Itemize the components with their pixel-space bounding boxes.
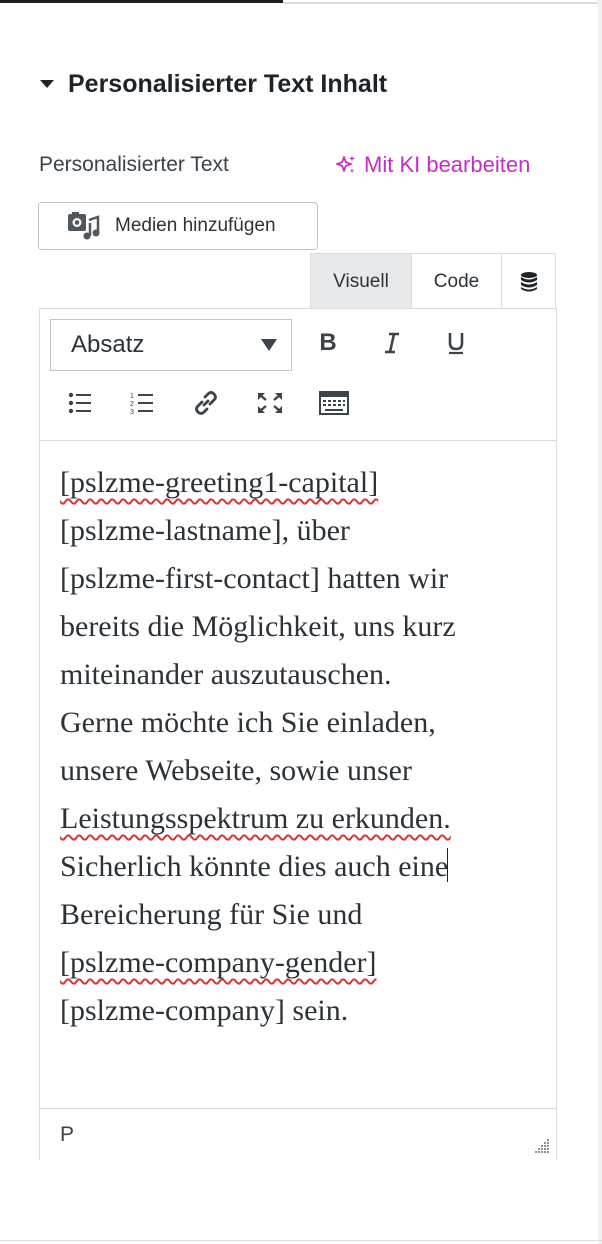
- keyboard-icon: [319, 391, 349, 415]
- top-divider-active: [0, 0, 283, 3]
- fullscreen-icon: [258, 393, 282, 413]
- text-line: Bereicherung für Sie und: [60, 898, 363, 931]
- svg-text:1: 1: [130, 393, 134, 400]
- database-icon: [520, 271, 537, 291]
- tab-dynamic-data[interactable]: [501, 253, 556, 309]
- tab-visual[interactable]: Visuell: [310, 253, 412, 309]
- tab-code[interactable]: Code: [411, 253, 502, 309]
- text-line: [pslzme-lastname], über: [60, 514, 350, 547]
- section-header[interactable]: Personalisierter Text Inhalt: [40, 68, 387, 100]
- text-line: bereits die Möglichkeit, uns kurz: [60, 610, 456, 643]
- bullet-list-button[interactable]: [60, 383, 100, 423]
- top-divider: [0, 0, 602, 6]
- ai-edit-label: Mit KI bearbeiten: [364, 152, 531, 177]
- editor-tabs: Visuell Code: [310, 253, 556, 309]
- fullscreen-button[interactable]: [250, 383, 290, 423]
- numbered-list-icon: 1 2 3: [130, 393, 153, 415]
- text-line: Gerne möchte ich Sie einladen,: [60, 706, 436, 739]
- triangle-down-icon[interactable]: [40, 80, 54, 88]
- bottom-divider: [0, 1240, 602, 1241]
- underline-icon: [448, 333, 464, 355]
- add-media-button[interactable]: Medien hinzufügen: [38, 202, 318, 250]
- element-path[interactable]: P: [60, 1123, 74, 1147]
- resize-handle-icon[interactable]: [534, 1138, 550, 1154]
- bold-button[interactable]: B: [308, 323, 348, 363]
- text-line: [pslzme-company] sein.: [60, 994, 349, 1027]
- italic-icon: [385, 332, 399, 354]
- editor-paragraph: [pslzme-greeting1-capital] [pslzme-lastn…: [60, 459, 540, 1035]
- rich-text-editor: Absatz B 1 2 3 [pslzme-greeting1-capital…: [39, 308, 557, 1160]
- text-line: Sicherlich könnte dies auch eine: [60, 850, 449, 883]
- top-divider-inactive: [283, 2, 602, 4]
- italic-button[interactable]: [372, 323, 412, 363]
- toolbar-toggle-button[interactable]: [314, 383, 354, 423]
- editor-content[interactable]: [pslzme-greeting1-capital] [pslzme-lastn…: [60, 459, 540, 1035]
- ai-edit-link[interactable]: Mit KI bearbeiten: [334, 152, 530, 178]
- text-line: Leistungsspektrum zu erkunden.: [60, 802, 451, 835]
- bullet-list-icon: [68, 392, 91, 414]
- format-select[interactable]: Absatz: [50, 319, 292, 371]
- editor-statusbar: P: [40, 1108, 556, 1160]
- chevron-down-icon: [261, 339, 277, 351]
- link-button[interactable]: [186, 383, 226, 423]
- text-line: [pslzme-company-gender]: [60, 946, 377, 979]
- link-icon: [195, 391, 217, 415]
- media-icon: [67, 211, 101, 241]
- add-media-label: Medien hinzufügen: [115, 215, 276, 236]
- editor-toolbar: Absatz B 1 2 3: [40, 309, 556, 441]
- section-title: Personalisierter Text Inhalt: [68, 69, 388, 98]
- svg-text:3: 3: [130, 409, 134, 415]
- sparkles-icon: [336, 155, 355, 174]
- panel-right-edge: [598, 0, 602, 1244]
- text-line: miteinander auszutauschen.: [60, 658, 392, 691]
- field-label: Personalisierter Text: [39, 153, 229, 176]
- text-line: [pslzme-greeting1-capital]: [60, 466, 379, 499]
- numbered-list-button[interactable]: 1 2 3: [122, 383, 162, 423]
- text-cursor: [447, 848, 449, 882]
- underline-button[interactable]: [436, 323, 476, 363]
- format-select-value: Absatz: [71, 331, 145, 358]
- text-line: [pslzme-first-contact] hatten wir: [60, 562, 449, 595]
- text-line: unsere Webseite, sowie unser: [60, 754, 412, 787]
- bold-icon: B: [319, 329, 337, 356]
- svg-text:2: 2: [130, 401, 134, 408]
